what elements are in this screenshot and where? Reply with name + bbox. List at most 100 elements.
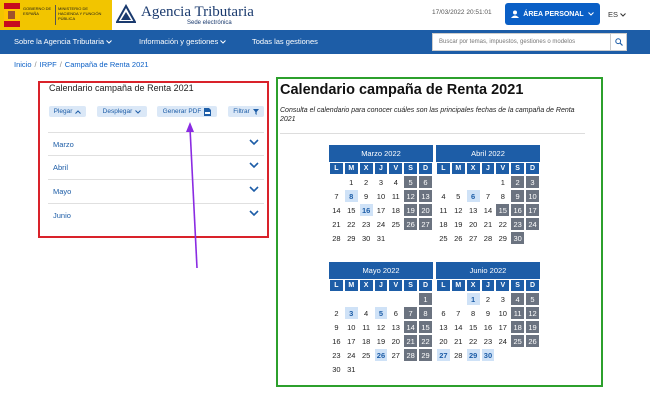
weekday-header: V — [495, 279, 511, 292]
calendar-empty-cell — [388, 362, 404, 376]
calendar-day: 23 — [358, 217, 374, 231]
weekday-header: S — [510, 162, 526, 175]
weekday-header: D — [525, 162, 540, 175]
month-row-junio[interactable]: Junio — [48, 203, 264, 226]
calendar-day: 12 — [373, 320, 389, 334]
calendar-day-key-date[interactable]: 5 — [373, 306, 389, 320]
calendar-day: 7 — [480, 189, 496, 203]
calendar-day-nonworking: 17 — [525, 203, 540, 217]
calendar-day-key-date[interactable]: 1 — [465, 292, 481, 306]
calendar-day-nonworking: 9 — [510, 189, 526, 203]
calendar-day-nonworking: 26 — [525, 334, 540, 348]
calendar-day: 24 — [495, 334, 511, 348]
calendar-day: 30 — [358, 231, 374, 245]
weekday-header: L — [329, 162, 344, 175]
generar-pdf-button[interactable]: Generar PDF — [157, 106, 217, 117]
calendar-day-key-date[interactable]: 6 — [465, 189, 481, 203]
weekday-header: S — [403, 162, 419, 175]
calendar-day: 20 — [436, 334, 451, 348]
user-icon — [511, 10, 520, 18]
gov-label: Gobierno de España — [23, 6, 52, 16]
area-personal-button[interactable]: ÁREA PERSONAL — [505, 3, 600, 25]
calendar-day-key-date[interactable]: 29 — [465, 348, 481, 362]
calendar-day: 13 — [388, 320, 404, 334]
calendar-day: 6 — [436, 306, 451, 320]
language-selector[interactable]: ES — [608, 10, 626, 19]
nav-item-todas[interactable]: Todas las gestiones — [252, 37, 318, 46]
calendar-day: 8 — [495, 189, 511, 203]
calendar-day: 18 — [358, 334, 374, 348]
calendar-day-key-date[interactable]: 26 — [373, 348, 389, 362]
calendar-day: 28 — [480, 231, 496, 245]
breadcrumb-separator: / — [59, 60, 62, 69]
calendar-day: 20 — [388, 334, 404, 348]
weekday-header: M — [343, 279, 359, 292]
calendar-day: 15 — [465, 320, 481, 334]
calendar-day: 24 — [373, 217, 389, 231]
calendar-day: 7 — [450, 306, 466, 320]
calendar-day: 23 — [480, 334, 496, 348]
calendar-day: 17 — [373, 203, 389, 217]
nav-item-informacion[interactable]: Información y gestiones — [139, 37, 227, 46]
plegar-button[interactable]: Plegar — [49, 106, 86, 117]
desplegar-label: Desplegar — [102, 108, 133, 115]
calendar-day: 10 — [495, 306, 511, 320]
nav-item-sobre[interactable]: Sobre la Agencia Tributaria — [14, 37, 113, 46]
weekday-header: X — [358, 162, 374, 175]
calendar-junio: Junio 2022 L M X J V S D 1 2 3 4 5 6 7 8 9 10 11 12 13 14 15 16… — [436, 262, 540, 362]
calendar-day: 29 — [495, 231, 511, 245]
search-button[interactable] — [610, 33, 627, 51]
calendar-day: 27 — [465, 231, 481, 245]
calendar-empty-cell — [525, 231, 540, 245]
calendar-day: 17 — [343, 334, 359, 348]
calendar-day: 15 — [343, 203, 359, 217]
calendar-day: 22 — [343, 217, 359, 231]
month-row-marzo[interactable]: Marzo — [48, 132, 264, 155]
month-row-abril[interactable]: Abril — [48, 155, 264, 178]
calendar-day: 14 — [450, 320, 466, 334]
calendar-empty-cell — [480, 175, 496, 189]
calendar-day-key-date[interactable]: 8 — [343, 189, 359, 203]
government-logo[interactable]: Gobierno de España Ministerio de Haciend… — [0, 0, 112, 30]
calendar-day: 20 — [465, 217, 481, 231]
weekday-header: D — [418, 162, 433, 175]
weekday-header: L — [329, 279, 344, 292]
calendar-empty-cell — [418, 231, 433, 245]
breadcrumb: Inicio / IRPF / Campaña de Renta 2021 — [14, 60, 149, 69]
month-label: Mayo — [53, 187, 72, 196]
calendar-empty-cell — [436, 175, 451, 189]
top-header: Gobierno de España Ministerio de Haciend… — [0, 0, 650, 30]
chevron-down-icon — [587, 12, 594, 16]
pdf-file-icon — [204, 107, 212, 116]
calendar-day-key-date[interactable]: 30 — [480, 348, 496, 362]
calendar-day: 12 — [450, 203, 466, 217]
language-label: ES — [608, 10, 619, 19]
calendar-day: 7 — [329, 189, 344, 203]
session-datetime: 17/03/2022 20:51:01 — [432, 9, 492, 16]
calendar-day: 28 — [329, 231, 344, 245]
breadcrumb-irpf[interactable]: IRPF — [40, 60, 57, 69]
weekday-header: V — [388, 162, 404, 175]
calendar-marzo: Marzo 2022 L M X J V S D 1 2 3 4 5 6 7 8 9 10 11 12 13 14 15 16… — [329, 145, 433, 245]
calendar-empty-cell — [403, 362, 419, 376]
calendar-day: 9 — [329, 320, 344, 334]
month-row-mayo[interactable]: Mayo — [48, 179, 264, 202]
calendar-empty-cell — [358, 292, 374, 306]
breadcrumb-inicio[interactable]: Inicio — [14, 60, 32, 69]
calendar-empty-cell — [373, 292, 389, 306]
main-navigation: Sobre la Agencia Tributaria Información … — [0, 30, 650, 54]
calendar-day-key-date[interactable]: 16 — [358, 203, 374, 217]
calendar-day-nonworking: 25 — [510, 334, 526, 348]
calendar-day: 8 — [465, 306, 481, 320]
search-input[interactable]: Buscar por temas, impuestos, gestiones o… — [432, 33, 627, 51]
desplegar-button[interactable]: Desplegar — [97, 106, 147, 117]
chevron-down-icon — [249, 186, 259, 193]
calendar-empty-cell — [525, 348, 540, 362]
calendar-empty-cell — [403, 292, 419, 306]
calendar-day-key-date[interactable]: 27 — [436, 348, 451, 362]
brand-title[interactable]: Agencia Tributaria — [141, 4, 254, 21]
calendar-day-key-date[interactable]: 3 — [343, 306, 359, 320]
calendar-day-nonworking: 16 — [510, 203, 526, 217]
calendar-empty-cell — [388, 292, 404, 306]
filtrar-button[interactable]: Filtrar — [228, 106, 264, 117]
